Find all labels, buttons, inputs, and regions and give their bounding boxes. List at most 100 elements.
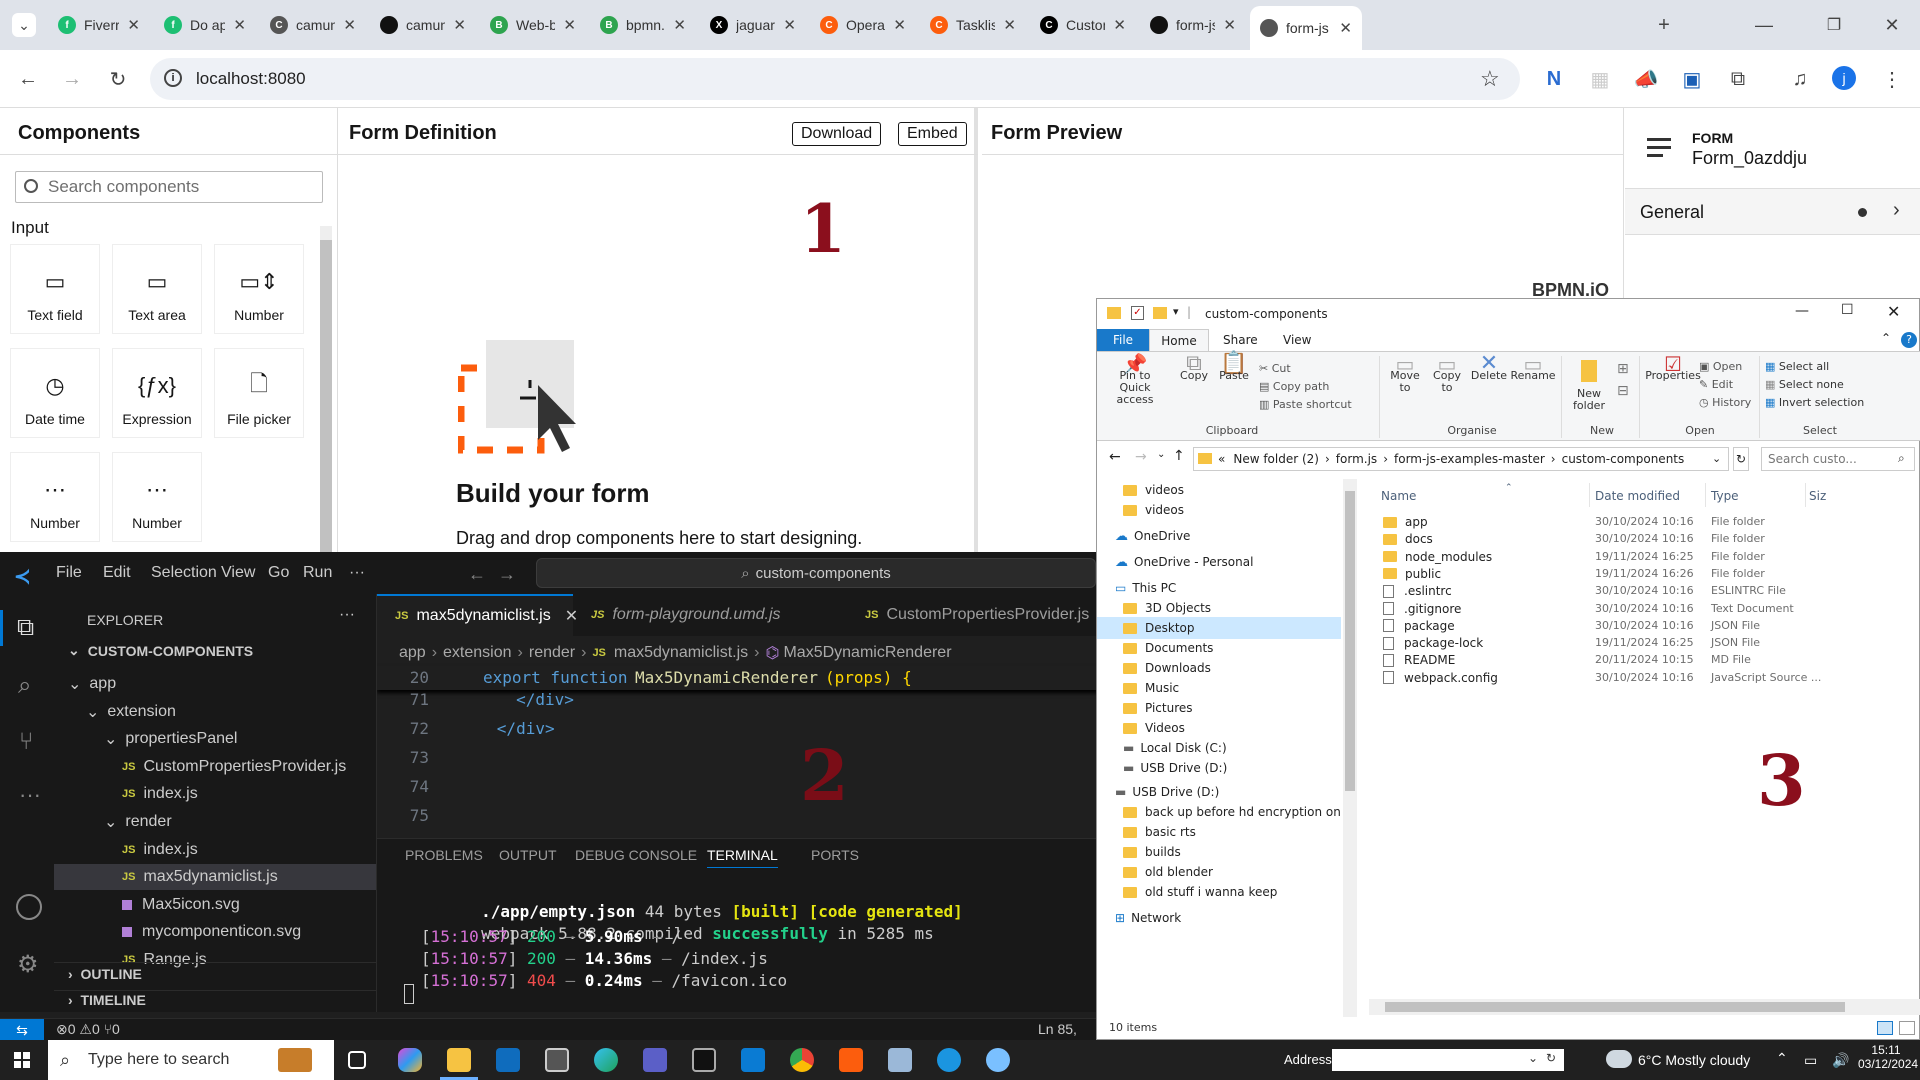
tree-item[interactable]: mycomponenticon.svg [54, 919, 376, 945]
up-arrow-icon[interactable]: ↑ [1173, 448, 1185, 464]
close-window-button[interactable]: ✕ [1880, 13, 1904, 37]
nav-item[interactable]: Documents [1097, 637, 1341, 659]
nav-item[interactable]: Downloads [1097, 657, 1341, 679]
nav-item[interactable]: back up before hd encryption on 25th [1097, 801, 1357, 823]
menu-item[interactable]: Edit [103, 564, 131, 582]
nav-item[interactable]: ☁ OneDrive [1097, 525, 1341, 547]
tab-close-icon[interactable]: ✕ [343, 16, 356, 34]
megaphone-icon[interactable]: 📣 [1634, 67, 1659, 91]
qat-dropdown-icon[interactable]: ▾ [1173, 305, 1179, 318]
path-segment[interactable]: form.js [1336, 452, 1377, 466]
file-row[interactable]: node_modules 19/11/2024 16:25 File folder [1369, 548, 1920, 565]
panel-tab[interactable]: DEBUG CONSOLE [575, 847, 697, 863]
recent-dropdown-icon[interactable]: ⌄ [1157, 449, 1165, 460]
command-center-search[interactable]: ⌕ custom-components [536, 558, 1096, 588]
open-button[interactable]: ▣ Open [1699, 358, 1751, 376]
terminal-icon[interactable] [692, 1048, 716, 1072]
camunda-modeler-icon[interactable] [839, 1048, 863, 1072]
move-to-button[interactable]: ▭ Move to [1387, 354, 1423, 394]
nav-item[interactable]: Pictures [1097, 697, 1341, 719]
media-control-icon[interactable]: ♫ [1788, 67, 1812, 91]
download-button[interactable]: Download [792, 122, 882, 146]
chrome-taskbar-icon[interactable] [790, 1048, 814, 1072]
browser-tab[interactable]: Ccamund ✕ [260, 9, 366, 41]
browser-tab[interactable]: camund ✕ [370, 9, 476, 41]
tray-chevron-icon[interactable]: ⌃ [1776, 1050, 1788, 1067]
copy-to-button[interactable]: ▭ Copy to [1429, 354, 1465, 394]
nav-item[interactable]: videos [1097, 479, 1341, 501]
site-info-icon[interactable]: i [164, 69, 182, 87]
browser-tab[interactable]: f Do api c ✕ [154, 9, 256, 41]
nav-item[interactable]: ▭ This PC [1097, 577, 1341, 599]
component-tile[interactable]: ▭ Text area [112, 244, 202, 334]
reload-icon[interactable]: ↻ [106, 67, 130, 91]
outlook-icon[interactable] [496, 1048, 520, 1072]
editor-tab[interactable]: JS CustomPropertiesProvider.js [847, 594, 1098, 636]
bookmark-star-icon[interactable]: ☆ [1480, 66, 1500, 92]
nav-item[interactable]: videos [1097, 499, 1341, 521]
search-components-input[interactable]: Search components [15, 171, 323, 203]
tree-item[interactable]: JS index.js [54, 837, 376, 863]
back-icon[interactable]: ← [16, 67, 40, 91]
browser-tab[interactable]: form-js ✕ [1140, 9, 1246, 41]
embed-button[interactable]: Embed [898, 122, 967, 146]
timeline-section[interactable]: › TIMELINE [68, 992, 146, 1008]
nav-item[interactable]: ▬ USB Drive (D:) [1097, 757, 1341, 779]
file-row[interactable]: public 19/11/2024 16:26 File folder [1369, 565, 1920, 582]
component-tile[interactable]: ⋯ Number [112, 452, 202, 542]
breadcrumb-item[interactable]: max5dynamiclist.js [614, 644, 748, 662]
tab-close-icon[interactable]: ✕ [1339, 19, 1352, 37]
more-views-icon[interactable]: ··· [19, 782, 41, 808]
tree-item[interactable]: ⌄ app [54, 671, 376, 697]
close-button[interactable]: ✕ [1887, 302, 1900, 321]
ribbon-collapse-icon[interactable]: ⌃ [1881, 331, 1891, 345]
component-tile[interactable]: 🗋 File picker [214, 348, 304, 438]
notepad-icon[interactable] [888, 1048, 912, 1072]
browser-tab[interactable]: C Operate ✕ [810, 9, 916, 41]
edge-icon[interactable] [594, 1048, 618, 1072]
new-folder-qat-icon[interactable] [1153, 307, 1167, 319]
panel-tab[interactable]: OUTPUT [499, 847, 557, 863]
settings-gear-icon[interactable]: ⚙ [17, 950, 39, 979]
properties-button[interactable]: ☑ Properties [1645, 354, 1701, 382]
cut-button[interactable]: ✂ Cut [1259, 360, 1352, 378]
refresh-icon[interactable]: ↻ [1733, 447, 1749, 471]
select-all-button[interactable]: ▦ Select all [1765, 358, 1864, 376]
forward-icon[interactable]: → [60, 67, 84, 91]
help-icon[interactable]: ? [1901, 332, 1917, 348]
component-tile[interactable]: ▭⇕ Number [214, 244, 304, 334]
history-button[interactable]: ◷ History [1699, 394, 1751, 412]
tree-item[interactable]: JS index.js [54, 781, 376, 807]
tab-close-icon[interactable]: ✕ [1113, 16, 1126, 34]
nav-item[interactable]: builds [1097, 841, 1341, 863]
taskbar-search-box[interactable]: ⌕ Type here to search [48, 1040, 334, 1080]
explorer-more-icon[interactable]: ··· [339, 606, 355, 624]
tab-close-icon[interactable]: ✕ [233, 16, 246, 34]
tree-item[interactable]: ⌄ propertiesPanel [54, 726, 376, 752]
back-arrow-icon[interactable]: ← [1109, 449, 1121, 465]
horizontal-scrollbar[interactable] [1369, 999, 1920, 1015]
explorer-search-input[interactable]: Search custo... ⌕ [1761, 447, 1915, 471]
extensions-puzzle-icon[interactable]: ⧉ [1726, 67, 1750, 91]
nav-item[interactable]: Desktop [1097, 617, 1341, 639]
restore-button[interactable]: ❐ [1822, 13, 1846, 37]
large-icons-view-icon[interactable] [1899, 1021, 1915, 1035]
paste-button[interactable]: 📋 Paste [1217, 353, 1251, 382]
task-view-icon[interactable] [348, 1051, 366, 1069]
maximize-button[interactable]: ☐ [1841, 302, 1854, 318]
file-explorer-taskbar-icon[interactable] [447, 1048, 471, 1072]
browser-tab[interactable]: form-js ✕ [1250, 6, 1362, 50]
nav-item[interactable]: ☁ OneDrive - Personal [1097, 551, 1341, 573]
general-group-header[interactable]: General › [1625, 189, 1920, 235]
nav-forward-icon[interactable]: → [498, 564, 516, 585]
copy-path-button[interactable]: ▤ Copy path [1259, 378, 1352, 396]
component-tile[interactable]: ▭ Text field [10, 244, 100, 334]
new-folder-button[interactable]: New folder [1567, 358, 1611, 412]
ribbon-tab-share[interactable]: Share [1223, 333, 1258, 347]
network-icon[interactable]: ▭ [1804, 1052, 1817, 1069]
component-tile[interactable]: ◷ Date time [10, 348, 100, 438]
weather-cloud-icon[interactable] [1606, 1050, 1632, 1068]
breadcrumb-item[interactable]: extension [443, 644, 512, 662]
profile-avatar[interactable]: j [1832, 66, 1856, 90]
tab-close-icon[interactable]: ✕ [673, 16, 686, 34]
